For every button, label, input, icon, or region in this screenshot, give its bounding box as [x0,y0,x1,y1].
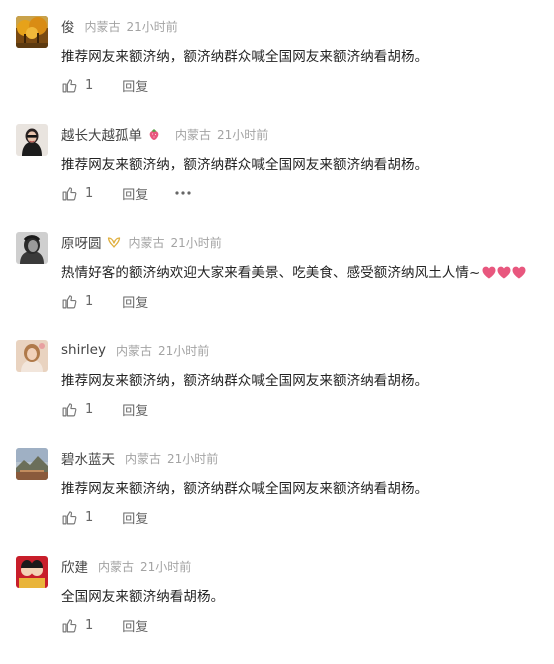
thumbs-up-icon [62,402,77,416]
comment-time: 21小时前 [126,19,178,34]
girl-portrait-icon [16,340,48,372]
like-count: 1 [85,617,94,633]
gold-wings-icon [107,235,121,249]
portrait-bw-icon [16,232,48,264]
comment-item: 欣建 内蒙古 21小时前 全国网友来额济纳看胡杨。 1 回复 [0,556,554,664]
like-button[interactable]: 1 [61,617,93,634]
thumbs-up-icon [62,510,77,524]
like-button[interactable]: 1 [61,185,93,202]
comment-location: 内蒙古 [84,19,121,34]
avatar[interactable] [16,232,48,264]
like-count: 1 [85,509,94,525]
username[interactable]: 越长大越孤单 [61,124,142,144]
thumbs-up-icon [62,618,77,632]
pink-heart-icon [482,266,496,279]
comment-text: 推荐网友来额济纳，额济纳群众喊全国网友来额济纳看胡杨。 [61,481,429,497]
comment-text: 推荐网友来额济纳，额济纳群众喊全国网友来额济纳看胡杨。 [61,157,429,173]
like-button[interactable]: 1 [61,509,93,526]
autumn-trees-icon [16,16,48,48]
strawberry-icon [147,127,161,141]
like-button[interactable]: 1 [61,401,93,418]
comment-item: 原呀圆 内蒙古 21小时前 热情好客的额济纳欢迎大家来看美景、吃美食、感受额济纳… [0,232,554,340]
comment-time: 21小时前 [170,235,222,250]
reply-button[interactable]: 回复 [122,184,148,203]
reply-button[interactable]: 回复 [122,508,148,527]
like-count: 1 [85,401,94,417]
comment-item: 碧水蓝天 内蒙古 21小时前 推荐网友来额济纳，额济纳群众喊全国网友来额济纳看胡… [0,448,554,556]
username[interactable]: 碧水蓝天 [61,448,115,468]
thumbs-up-icon [62,186,77,200]
avatar[interactable] [16,16,48,48]
like-count: 1 [85,77,94,93]
comment-time: 21小时前 [167,451,219,466]
comment-text-body: 热情好客的额济纳欢迎大家来看美景、吃美食、感受额济纳风土人情~ [61,265,481,281]
red-couple-icon [16,556,48,588]
comment-text: 推荐网友来额济纳，额济纳群众喊全国网友来额济纳看胡杨。 [61,373,429,389]
username[interactable]: 欣建 [61,556,88,576]
like-count: 1 [85,185,94,201]
comment-item: 越长大越孤单 内蒙古 21小时前 推荐网友来额济纳，额济纳群众喊全国网友来额济纳… [0,124,554,232]
pink-heart-icon [497,266,511,279]
comment-item: shirley 内蒙古 21小时前 推荐网友来额济纳，额济纳群众喊全国网友来额济… [0,340,554,448]
username[interactable]: 俊 [61,16,75,36]
comment-location: 内蒙古 [115,343,152,358]
avatar[interactable] [16,448,48,480]
reply-button[interactable]: 回复 [122,292,148,311]
like-button[interactable]: 1 [61,77,93,94]
reply-button[interactable]: 回复 [122,76,148,95]
landscape-icon [16,448,48,480]
like-button[interactable]: 1 [61,293,93,310]
reply-button[interactable]: 回复 [122,616,148,635]
pink-heart-icon [512,266,526,279]
person-sunglasses-icon [16,124,48,156]
comment-location: 内蒙古 [128,235,165,250]
comment-location: 内蒙古 [125,451,162,466]
thumbs-up-icon [62,78,77,92]
avatar[interactable] [16,556,48,588]
comment-list: 俊 内蒙古 21小时前 推荐网友来额济纳，额济纳群众喊全国网友来额济纳看胡杨。 … [0,0,554,641]
hearts-emoji [482,266,527,279]
like-count: 1 [85,293,94,309]
username[interactable]: 原呀圆 [61,232,102,252]
more-dots-icon[interactable] [174,190,192,196]
comment-text: 全国网友来额济纳看胡杨。 [61,589,225,605]
comment-time: 21小时前 [140,559,192,574]
username[interactable]: shirley [61,342,106,358]
comment-text: 热情好客的额济纳欢迎大家来看美景、吃美食、感受额济纳风土人情~ [61,261,527,281]
avatar[interactable] [16,124,48,156]
comment-item: 俊 内蒙古 21小时前 推荐网友来额济纳，额济纳群众喊全国网友来额济纳看胡杨。 … [0,16,554,124]
comment-location: 内蒙古 [175,127,212,142]
comment-location: 内蒙古 [98,559,135,574]
thumbs-up-icon [62,294,77,308]
comment-time: 21小时前 [217,127,269,142]
reply-button[interactable]: 回复 [122,400,148,419]
avatar[interactable] [16,340,48,372]
comment-text: 推荐网友来额济纳，额济纳群众喊全国网友来额济纳看胡杨。 [61,49,429,65]
comment-time: 21小时前 [157,343,210,358]
